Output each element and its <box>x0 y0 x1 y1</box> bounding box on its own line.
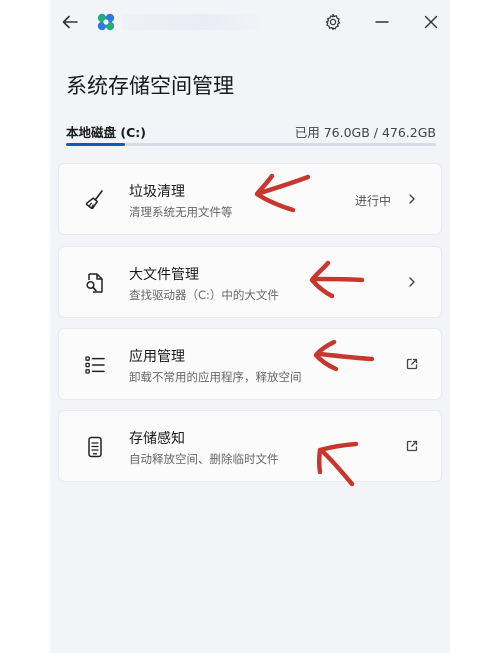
settings-button[interactable] <box>321 10 345 34</box>
title-bar <box>50 0 450 44</box>
gear-icon <box>325 13 341 31</box>
close-button[interactable] <box>419 10 443 34</box>
drive-usage: 已用 76.0GB / 476.2GB <box>294 125 436 140</box>
close-icon <box>424 15 438 29</box>
drive-name: 本地磁盘 (C:) <box>66 125 146 140</box>
back-button[interactable] <box>58 10 82 34</box>
minimize-icon <box>375 21 389 23</box>
phone-storage-icon <box>83 435 107 459</box>
card-subtitle: 卸载不常用的应用程序，释放空间 <box>129 370 302 384</box>
card-title: 大文件管理 <box>129 267 199 283</box>
card-junk-cleanup[interactable]: 垃圾清理 清理系统无用文件等 进行中 <box>58 163 442 235</box>
card-subtitle: 清理系统无用文件等 <box>129 205 233 219</box>
broom-icon <box>83 188 107 212</box>
app-logo <box>96 12 116 32</box>
page-title: 系统存储空间管理 <box>66 74 234 98</box>
card-large-files[interactable]: 大文件管理 查找驱动器（C:）中的大文件 <box>58 246 442 318</box>
card-status: 进行中 <box>354 194 391 208</box>
card-storage-sense[interactable]: 存储感知 自动释放空间、删除临时文件 <box>58 410 442 482</box>
storage-usage-fill <box>66 143 126 146</box>
app-window: 系统存储空间管理 本地磁盘 (C:) 已用 76.0GB / 476.2GB 垃… <box>50 0 450 653</box>
back-arrow-icon <box>62 15 78 29</box>
file-search-icon <box>83 271 107 295</box>
card-title: 应用管理 <box>129 349 185 365</box>
card-subtitle: 查找驱动器（C:）中的大文件 <box>129 288 279 302</box>
window-title-redacted <box>122 14 260 30</box>
chevron-right-icon[interactable] <box>401 188 423 210</box>
card-title: 存储感知 <box>129 431 185 447</box>
drive-info: 本地磁盘 (C:) 已用 76.0GB / 476.2GB <box>66 120 436 140</box>
card-subtitle: 自动释放空间、删除临时文件 <box>129 452 279 466</box>
card-app-management[interactable]: 应用管理 卸载不常用的应用程序，释放空间 <box>58 328 442 400</box>
minimize-button[interactable] <box>370 10 394 34</box>
list-icon <box>83 353 107 377</box>
storage-usage-bar <box>66 143 436 146</box>
external-link-icon[interactable] <box>401 435 423 457</box>
card-title: 垃圾清理 <box>129 184 185 200</box>
chevron-right-icon[interactable] <box>401 271 423 293</box>
external-link-icon[interactable] <box>401 353 423 375</box>
